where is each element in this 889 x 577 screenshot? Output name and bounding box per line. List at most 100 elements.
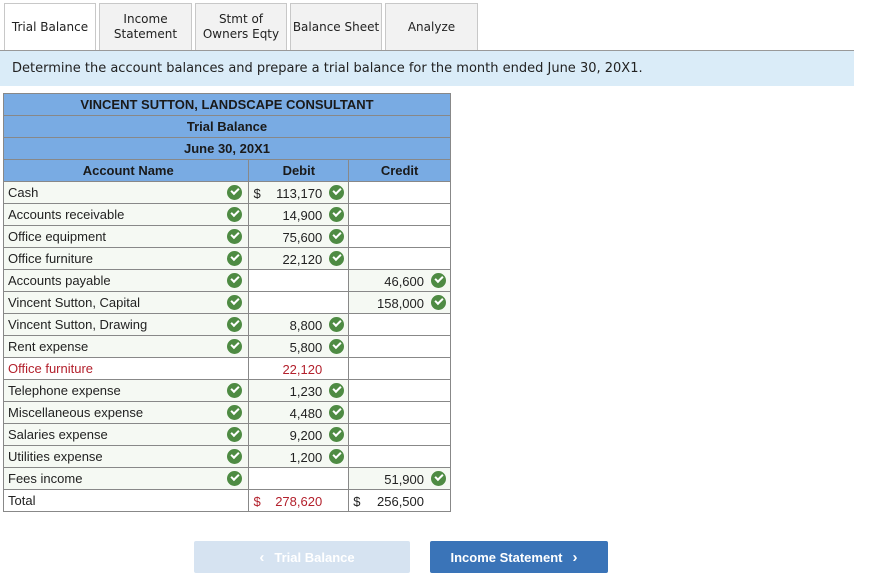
account-name-cell[interactable]: Office equipment <box>2 225 250 248</box>
next-income-statement-button[interactable]: Income Statement › <box>430 541 608 573</box>
check-icon <box>227 185 243 200</box>
credit-cell[interactable] <box>348 357 451 380</box>
debit-cell[interactable]: $113,170 <box>248 181 350 204</box>
account-name: Salaries expense <box>8 427 108 442</box>
total-debit: 278,620 <box>275 494 323 509</box>
check-icon <box>227 317 243 332</box>
account-name-cell[interactable]: Rent expense <box>2 335 250 358</box>
credit-cell[interactable] <box>348 225 451 248</box>
total-credit-cell[interactable]: $256,500 <box>348 489 451 512</box>
account-name-cell[interactable]: Fees income <box>2 467 250 490</box>
credit-amount: 51,900 <box>384 472 424 487</box>
account-name-cell[interactable]: Salaries expense <box>2 423 250 446</box>
debit-cell[interactable]: 75,600 <box>248 225 350 248</box>
credit-cell[interactable] <box>348 313 451 336</box>
debit-cell[interactable]: 4,480 <box>248 401 350 424</box>
debit-cell[interactable]: 1,230 <box>248 379 350 402</box>
tab-analyze[interactable]: Analyze <box>385 3 478 50</box>
check-icon <box>431 273 446 288</box>
account-name-cell[interactable]: Vincent Sutton, Drawing <box>2 313 250 336</box>
account-name: Office equipment <box>8 229 107 244</box>
account-name-cell[interactable]: Cash <box>2 181 250 204</box>
check-icon <box>329 207 345 222</box>
table-row: Accounts payable 46,600 <box>2 269 451 292</box>
credit-cell[interactable] <box>348 401 451 424</box>
table-row: Salaries expense 9,200 <box>2 423 451 446</box>
tab-stmt-owners-eqty[interactable]: Stmt of Owners Eqty <box>195 3 287 50</box>
dollar-sign: $ <box>353 494 361 509</box>
check-icon <box>227 449 243 464</box>
total-row: Total $278,620 $256,500 <box>2 489 451 512</box>
check-icon <box>227 339 243 354</box>
account-name: Accounts receivable <box>8 207 125 222</box>
debit-cell[interactable]: 1,200 <box>248 445 350 468</box>
account-name: Miscellaneous expense <box>8 405 144 420</box>
total-debit-cell[interactable]: $278,620 <box>248 489 350 512</box>
debit-amount: 22,120 <box>282 362 323 377</box>
account-name: Telephone expense <box>8 383 121 398</box>
credit-cell[interactable] <box>348 203 451 226</box>
table-row: Office furniture 22,120 <box>2 357 451 380</box>
check-icon <box>431 295 446 310</box>
account-name-cell[interactable]: Vincent Sutton, Capital <box>2 291 250 314</box>
chevron-right-icon: › <box>572 548 578 566</box>
account-name-cell[interactable]: Accounts payable <box>2 269 250 292</box>
statement-title: Trial Balance <box>3 115 451 138</box>
tab-income-statement[interactable]: Income Statement <box>99 3 192 50</box>
check-icon <box>227 405 243 420</box>
debit-amount: 22,120 <box>282 252 323 267</box>
account-name-cell[interactable]: Utilities expense <box>2 445 250 468</box>
table-row: Telephone expense 1,230 <box>2 379 451 402</box>
check-icon <box>329 185 345 200</box>
instruction-text: Determine the account balances and prepa… <box>0 51 854 86</box>
table-row: Utilities expense 1,200 <box>2 445 451 468</box>
credit-cell[interactable] <box>348 335 451 358</box>
credit-cell[interactable]: 51,900 <box>348 467 451 490</box>
credit-cell[interactable]: 158,000 <box>348 291 451 314</box>
prev-button-label: Trial Balance <box>274 549 355 565</box>
statement-date: June 30, 20X1 <box>3 137 451 160</box>
credit-cell[interactable] <box>348 379 451 402</box>
credit-amount: 46,600 <box>384 274 424 289</box>
company-name: VINCENT SUTTON, LANDSCAPE CONSULTANT <box>3 93 451 116</box>
debit-cell[interactable]: 22,120 <box>248 247 350 270</box>
check-icon <box>227 295 243 310</box>
tab-bar: Trial Balance Income Statement Stmt of O… <box>4 3 481 51</box>
debit-amount: 1,230 <box>289 384 323 399</box>
check-icon <box>227 251 243 266</box>
account-name-cell[interactable]: Office furniture <box>2 357 250 380</box>
account-name: Utilities expense <box>8 449 103 464</box>
account-name-cell[interactable]: Miscellaneous expense <box>2 401 250 424</box>
tab-balance-sheet[interactable]: Balance Sheet <box>290 3 382 50</box>
table-row: Office furniture 22,120 <box>2 247 451 270</box>
table-row: Fees income 51,900 <box>2 467 451 490</box>
credit-cell[interactable] <box>348 445 451 468</box>
check-icon <box>329 405 345 420</box>
credit-cell[interactable] <box>348 247 451 270</box>
debit-cell[interactable] <box>248 269 350 292</box>
debit-cell[interactable]: 9,200 <box>248 423 350 446</box>
debit-cell[interactable] <box>248 291 350 314</box>
debit-cell[interactable]: 8,800 <box>248 313 350 336</box>
check-icon <box>227 207 243 222</box>
account-name-cell[interactable]: Office furniture <box>2 247 250 270</box>
debit-cell[interactable]: 22,120 <box>248 357 350 380</box>
check-icon <box>329 229 345 244</box>
check-icon <box>329 251 345 266</box>
check-icon <box>329 449 345 464</box>
debit-amount: 113,170 <box>276 186 323 201</box>
check-icon <box>227 471 243 486</box>
debit-cell[interactable]: 5,800 <box>248 335 350 358</box>
debit-cell[interactable] <box>248 467 350 490</box>
debit-amount: 1,200 <box>289 450 323 465</box>
credit-cell[interactable]: 46,600 <box>348 269 451 292</box>
credit-cell[interactable] <box>348 181 451 204</box>
prev-trial-balance-button[interactable]: ‹ Trial Balance <box>194 541 410 573</box>
account-name-cell[interactable]: Telephone expense <box>2 379 250 402</box>
debit-cell[interactable]: 14,900 <box>248 203 350 226</box>
credit-cell[interactable] <box>348 423 451 446</box>
tab-trial-balance[interactable]: Trial Balance <box>4 3 96 51</box>
account-name-cell[interactable]: Accounts receivable <box>2 203 250 226</box>
account-name: Fees income <box>8 471 83 486</box>
debit-amount: 5,800 <box>289 340 323 355</box>
